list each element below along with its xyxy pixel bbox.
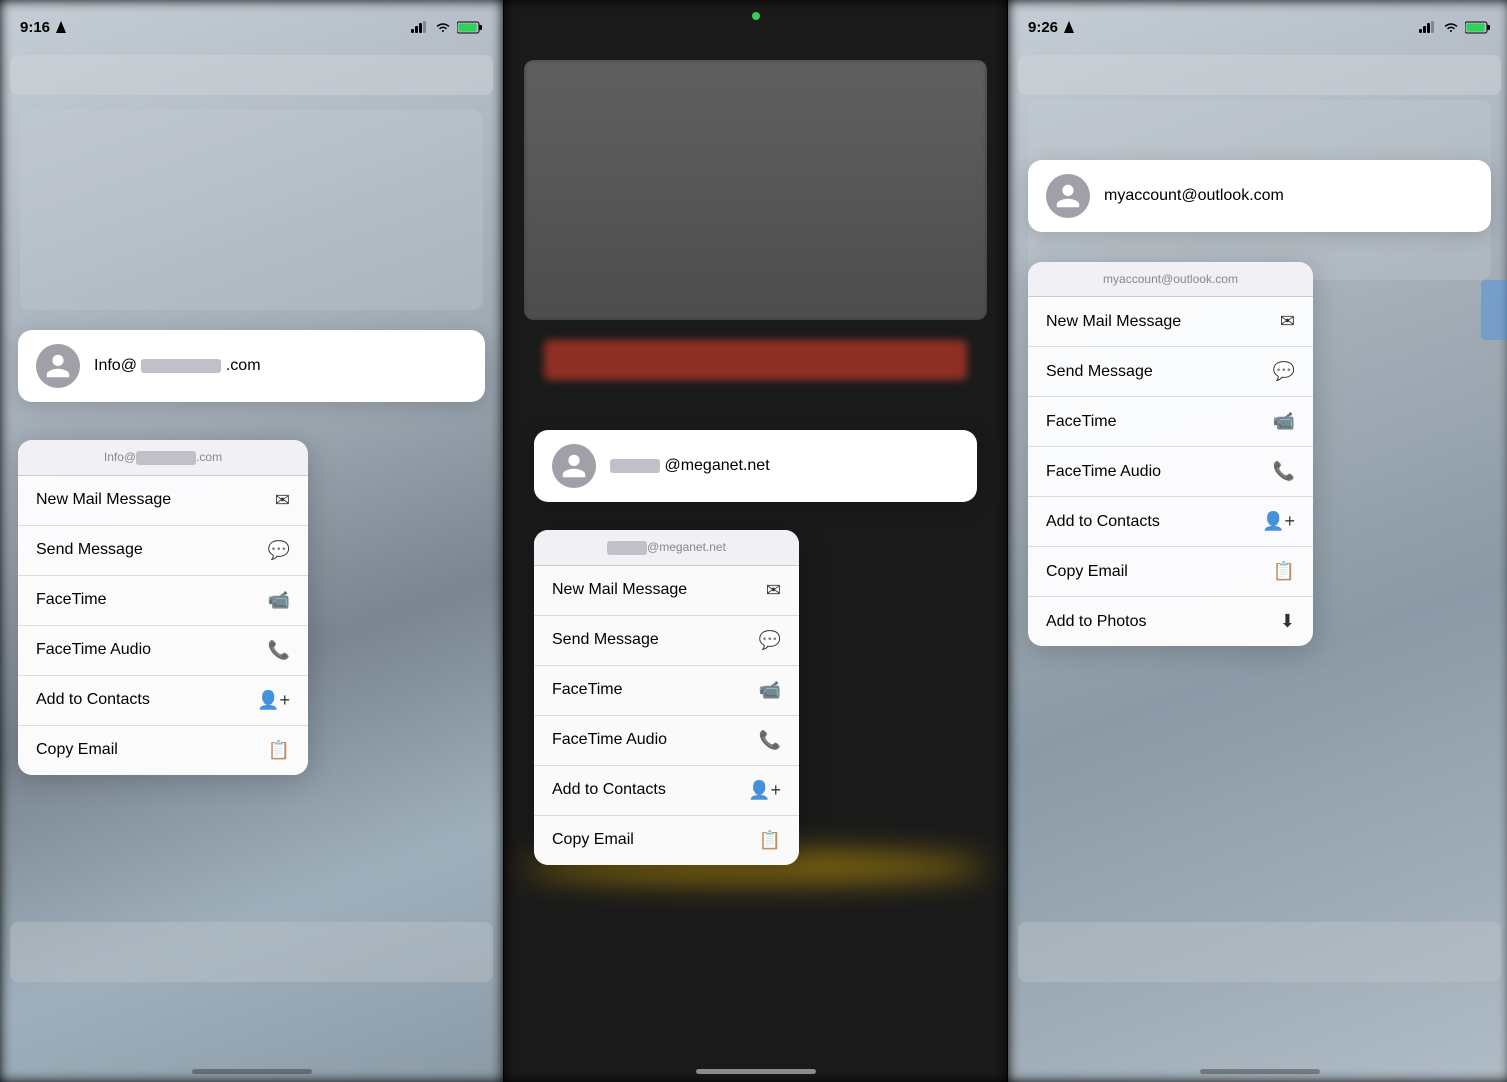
menu-item-label: New Mail Message <box>552 581 687 599</box>
add-contact-icon: 👤+ <box>748 780 781 801</box>
status-bar-left: 9:16 <box>0 0 503 44</box>
email-header-card-right: myaccount@outlook.com <box>1028 160 1491 232</box>
mail-icon: ✉ <box>766 580 781 601</box>
email-address-left: Info@ .com <box>94 357 261 375</box>
home-indicator-center <box>696 1069 816 1074</box>
context-menu-center: @meganet.net New Mail Message ✉ Send Mes… <box>534 530 799 865</box>
menu-item-label: Add to Contacts <box>552 781 666 799</box>
menu-item-facetime-center[interactable]: FaceTime 📹 <box>534 666 799 716</box>
time-right: 9:26 <box>1028 19 1074 36</box>
green-dot <box>752 12 760 20</box>
mail-icon: ✉ <box>275 490 290 511</box>
menu-header-left: Info@.com <box>18 440 308 476</box>
menu-item-facetime-audio-center[interactable]: FaceTime Audio 📞 <box>534 716 799 766</box>
menu-item-label: FaceTime Audio <box>36 641 151 659</box>
menu-header-right: myaccount@outlook.com <box>1028 262 1313 297</box>
status-icons-left <box>411 21 483 34</box>
menu-item-new-mail-right[interactable]: New Mail Message ✉ <box>1028 297 1313 347</box>
facetime-icon: 📹 <box>268 590 290 611</box>
message-icon: 💬 <box>759 630 781 651</box>
time-left: 9:16 <box>20 19 66 36</box>
menu-item-add-contacts-left[interactable]: Add to Contacts 👤+ <box>18 676 308 726</box>
facetime-audio-icon: 📞 <box>759 730 781 751</box>
email-address-right: myaccount@outlook.com <box>1104 187 1284 205</box>
menu-item-copy-email-left[interactable]: Copy Email 📋 <box>18 726 308 775</box>
phone-panel-center: @meganet.net @meganet.net New Mail Messa… <box>504 0 1007 1082</box>
menu-item-label: Copy Email <box>552 831 634 849</box>
avatar-center <box>552 444 596 488</box>
home-indicator-left <box>192 1069 312 1074</box>
menu-item-add-contacts-right[interactable]: Add to Contacts 👤+ <box>1028 497 1313 547</box>
menu-item-label: FaceTime <box>552 681 623 699</box>
menu-item-label: Copy Email <box>1046 563 1128 581</box>
phone-panel-left: 9:16 Info@ .com Info@.com New Mail Messa… <box>0 0 503 1082</box>
menu-item-facetime-audio-right[interactable]: FaceTime Audio 📞 <box>1028 447 1313 497</box>
menu-item-label: FaceTime Audio <box>1046 463 1161 481</box>
menu-item-label: Send Message <box>36 541 143 559</box>
email-header-card-left: Info@ .com <box>18 330 485 402</box>
menu-item-facetime-right[interactable]: FaceTime 📹 <box>1028 397 1313 447</box>
photos-icon: ⬇ <box>1280 611 1295 632</box>
menu-item-send-message-center[interactable]: Send Message 💬 <box>534 616 799 666</box>
context-menu-left: Info@.com New Mail Message ✉ Send Messag… <box>18 440 308 775</box>
menu-item-label: Send Message <box>552 631 659 649</box>
menu-item-label: New Mail Message <box>36 491 171 509</box>
copy-icon: 📋 <box>268 740 290 761</box>
email-address-center: @meganet.net <box>610 457 770 475</box>
menu-item-label: Copy Email <box>36 741 118 759</box>
email-header-card-center: @meganet.net <box>534 430 977 502</box>
avatar-left <box>36 344 80 388</box>
facetime-icon: 📹 <box>759 680 781 701</box>
mail-icon: ✉ <box>1280 311 1295 332</box>
message-icon: 💬 <box>268 540 290 561</box>
copy-icon: 📋 <box>759 830 781 851</box>
menu-item-label: Send Message <box>1046 363 1153 381</box>
menu-item-send-message-left[interactable]: Send Message 💬 <box>18 526 308 576</box>
menu-item-label: FaceTime Audio <box>552 731 667 749</box>
menu-item-add-photos-right[interactable]: Add to Photos ⬇ <box>1028 597 1313 646</box>
menu-item-label: Add to Photos <box>1046 613 1147 631</box>
menu-header-center: @meganet.net <box>534 530 799 566</box>
menu-item-label: Add to Contacts <box>1046 513 1160 531</box>
facetime-audio-icon: 📞 <box>268 640 290 661</box>
home-indicator-right <box>1200 1069 1320 1074</box>
add-contact-icon: 👤+ <box>257 690 290 711</box>
context-menu-right: myaccount@outlook.com New Mail Message ✉… <box>1028 262 1313 646</box>
menu-item-send-message-right[interactable]: Send Message 💬 <box>1028 347 1313 397</box>
menu-item-new-mail-left[interactable]: New Mail Message ✉ <box>18 476 308 526</box>
facetime-icon: 📹 <box>1273 411 1295 432</box>
menu-item-label: FaceTime <box>1046 413 1117 431</box>
add-contact-icon: 👤+ <box>1262 511 1295 532</box>
status-bar-right: 9:26 <box>1008 0 1507 44</box>
avatar-right <box>1046 174 1090 218</box>
menu-item-facetime-audio-left[interactable]: FaceTime Audio 📞 <box>18 626 308 676</box>
menu-item-copy-email-right[interactable]: Copy Email 📋 <box>1028 547 1313 597</box>
menu-item-label: FaceTime <box>36 591 107 609</box>
menu-item-copy-email-center[interactable]: Copy Email 📋 <box>534 816 799 865</box>
menu-item-new-mail-center[interactable]: New Mail Message ✉ <box>534 566 799 616</box>
facetime-audio-icon: 📞 <box>1273 461 1295 482</box>
status-icons-right <box>1419 21 1491 34</box>
copy-icon: 📋 <box>1273 561 1295 582</box>
phone-panel-right: 9:26 myaccount@outlook.com myaccount@out… <box>1008 0 1507 1082</box>
message-icon: 💬 <box>1273 361 1295 382</box>
menu-item-facetime-left[interactable]: FaceTime 📹 <box>18 576 308 626</box>
menu-item-label: New Mail Message <box>1046 313 1181 331</box>
menu-item-add-contacts-center[interactable]: Add to Contacts 👤+ <box>534 766 799 816</box>
menu-item-label: Add to Contacts <box>36 691 150 709</box>
